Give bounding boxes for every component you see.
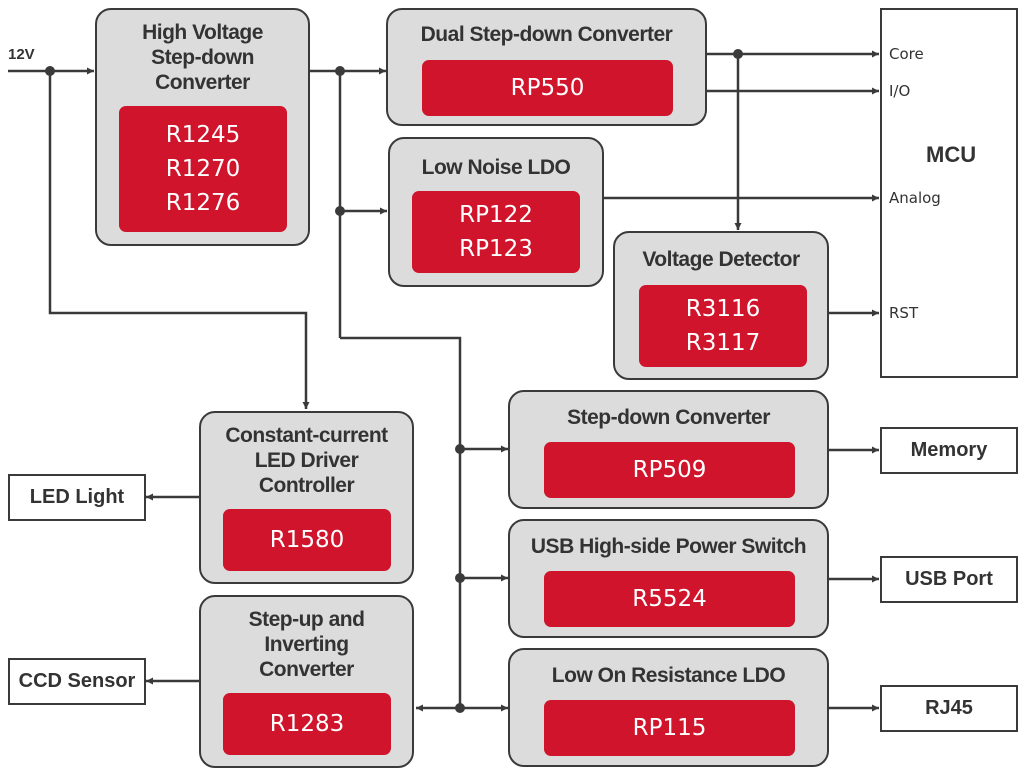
part-number-box: R1580 — [223, 509, 391, 571]
part-number: R5524 — [632, 586, 707, 612]
block-low-on-ldo[interactable]: Low On Resistance LDO RP115 — [508, 648, 829, 767]
part-number-box: RP115 — [544, 700, 795, 756]
block-low-noise-ldo[interactable]: Low Noise LDO RP122 RP123 — [388, 137, 604, 287]
title-line: Step-down — [151, 46, 254, 69]
endpoint-usb-port[interactable]: USB Port — [880, 556, 1018, 603]
block-title: Low On Resistance LDO — [510, 663, 827, 688]
title-line: Constant-current — [225, 424, 388, 447]
junction-dot — [335, 66, 345, 76]
title-line: Controller — [258, 474, 355, 497]
block-hv-stepdown[interactable]: High Voltage Step-down Converter R1245 R… — [95, 8, 310, 246]
block-dual-stepdown[interactable]: Dual Step-down Converter RP550 — [386, 8, 707, 126]
block-title: USB High-side Power Switch — [510, 534, 827, 559]
endpoint-led-light[interactable]: LED Light — [8, 474, 146, 521]
title-line: Dual Step-down Converter — [420, 23, 673, 46]
part-number-box: RP122 RP123 — [412, 191, 580, 273]
block-usb-switch[interactable]: USB High-side Power Switch R5524 — [508, 519, 829, 638]
part-number: RP115 — [632, 715, 707, 741]
part-number-box: R1283 — [223, 693, 391, 755]
title-line: Converter — [155, 71, 250, 94]
block-title: Step-up and Inverting Converter — [201, 607, 412, 682]
part-number-box: RP550 — [422, 60, 673, 116]
title-line: Converter — [259, 658, 354, 681]
junction-dot — [733, 49, 743, 59]
part-number: RP123 — [459, 236, 533, 262]
input-voltage-label: 12V — [8, 46, 35, 63]
part-number-box: R5524 — [544, 571, 795, 627]
mcu-title: MCU — [926, 142, 977, 167]
endpoint-memory[interactable]: Memory — [880, 427, 1018, 474]
junction-dot — [45, 66, 55, 76]
block-title: Low Noise LDO — [390, 155, 602, 180]
block-stepdown[interactable]: Step-down Converter RP509 — [508, 390, 829, 509]
title-line: Voltage Detector — [642, 248, 800, 271]
title-line: LED Driver — [254, 449, 359, 472]
title-line: Step-up and — [248, 608, 365, 631]
title-line: Low Noise LDO — [421, 156, 571, 179]
part-number: R1270 — [165, 156, 241, 182]
part-number: RP122 — [459, 202, 533, 228]
block-title: Constant-current LED Driver Controller — [201, 423, 412, 498]
part-number: RP550 — [510, 75, 585, 101]
junction-dot — [455, 573, 465, 583]
block-title: Step-down Converter — [510, 405, 827, 430]
part-number: R1245 — [165, 122, 241, 148]
part-number: R1276 — [165, 190, 241, 216]
block-stepup-inverting[interactable]: Step-up and Inverting Converter R1283 — [199, 595, 414, 768]
mcu-pin-rst: RST — [889, 304, 919, 322]
mcu-pin-core: Core — [889, 45, 924, 63]
part-number: R3117 — [685, 330, 761, 356]
title-line: Inverting — [264, 633, 349, 656]
block-voltage-detector[interactable]: Voltage Detector R3116 R3117 — [613, 231, 829, 380]
title-line: Step-down Converter — [567, 406, 770, 429]
endpoint-rj45[interactable]: RJ45 — [880, 685, 1018, 732]
part-number-box: R1245 R1270 R1276 — [119, 106, 287, 232]
junction-dot — [335, 206, 345, 216]
title-line: USB High-side Power Switch — [530, 535, 807, 558]
part-number-box: RP509 — [544, 442, 795, 498]
block-led-driver[interactable]: Constant-current LED Driver Controller R… — [199, 411, 414, 584]
block-title: High Voltage Step-down Converter — [97, 20, 308, 95]
part-number: R1580 — [269, 527, 345, 553]
block-title: Voltage Detector — [615, 247, 827, 272]
part-number: R3116 — [685, 296, 761, 322]
mcu-pin-io: I/O — [889, 82, 911, 100]
title-line: High Voltage — [142, 21, 263, 44]
title-line: Low On Resistance LDO — [551, 664, 786, 687]
block-title: Dual Step-down Converter — [388, 22, 705, 47]
part-number: RP509 — [632, 457, 707, 483]
part-number-box: R3116 R3117 — [639, 285, 807, 367]
part-number: R1283 — [269, 711, 345, 737]
endpoint-ccd-sensor[interactable]: CCD Sensor — [8, 658, 146, 705]
junction-dot — [455, 703, 465, 713]
junction-dot — [455, 444, 465, 454]
mcu-pin-analog: Analog — [889, 189, 941, 207]
